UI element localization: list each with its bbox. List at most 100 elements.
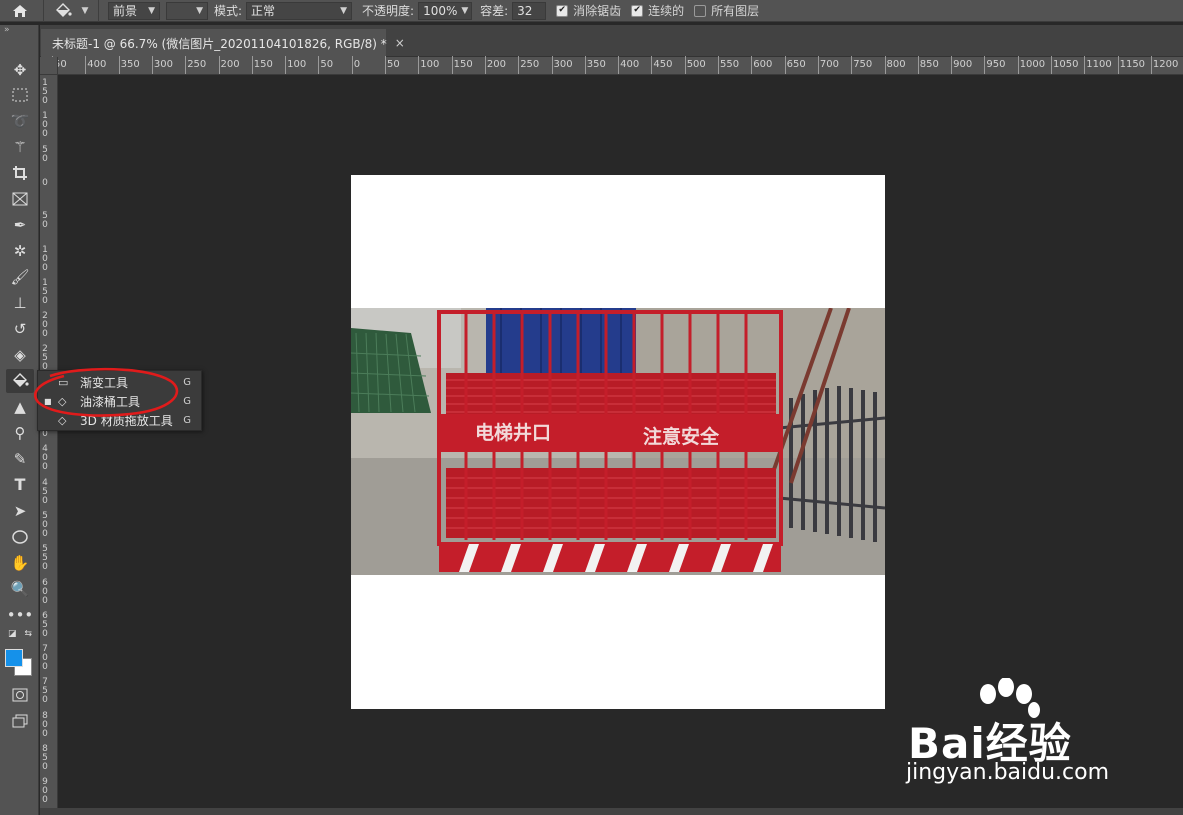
swap-colors-icon[interactable]: ⇆ [24,629,32,639]
ruler-tick [385,56,386,74]
ruler-label: 250 [187,59,207,70]
ruler-label: 950 [986,59,1006,70]
ruler-tick [951,56,953,74]
ruler-label: 100 [42,111,48,140]
document-tab[interactable]: 未标题-1 @ 66.7% (微信图片_20201104101826, RGB/… [41,29,405,57]
more-tools[interactable]: ••• [6,603,34,627]
ruler-label: 50 [42,211,48,231]
anti-alias-checkbox[interactable]: ✔ [556,4,569,17]
chevron-down-icon: ▼ [461,5,469,16]
dodge-icon: ⚲ [14,423,26,442]
pattern-picker[interactable]: ▼ [166,1,208,20]
default-colors-icon[interactable]: ◪ [8,629,17,639]
ruler-tick [718,56,719,74]
ruler-tick [618,56,620,74]
vertical-ruler[interactable]: 1501005005010015020025030035040045050055… [40,75,58,815]
eyedropper-tool[interactable]: ✒ [6,213,34,237]
ruler-tick [784,56,786,74]
ruler-label: 150 [253,59,273,70]
document-canvas[interactable]: 电梯井口 注意安全 [351,175,885,709]
separator [98,0,99,22]
ruler-label: 500 [686,59,706,70]
ruler-label: 1050 [1053,59,1079,70]
fill-source-select[interactable]: 前景 ▼ [108,1,160,20]
chevron-down-icon: ▼ [340,5,348,16]
ruler-label: 450 [653,59,673,70]
opacity-input[interactable]: 100% ▼ [418,1,473,20]
ruler-label: 600 [753,59,773,70]
clone-stamp-tool[interactable]: ⊥ [6,291,34,315]
color-swap-controls[interactable]: ◪ ⇆ [6,627,34,641]
tool-preset-picker[interactable]: ▼ [47,0,95,22]
type-tool[interactable]: T [6,473,34,497]
lasso-tool[interactable]: ➰ [6,109,34,133]
panel-collapse-icon[interactable]: » [0,25,38,39]
frame-tool[interactable] [6,187,34,211]
eyedropper-icon: ✒ [13,215,27,234]
ruler-label: 250 [520,59,540,70]
ruler-tick [1017,56,1019,74]
ruler-tick [285,56,287,74]
ruler-tick [118,56,120,74]
tolerance-input[interactable]: 32 [512,1,547,20]
annotation-circle [34,367,179,417]
ruler-tick [751,56,753,74]
tolerance-value: 32 [517,3,533,18]
ruler-label: 300 [153,59,173,70]
ruler-label: 150 [42,277,48,306]
crop-icon [13,166,27,180]
ruler-origin[interactable] [40,57,58,75]
path-selection-tool[interactable]: ➤ [6,499,34,523]
ruler-label: 50 [42,144,48,164]
ruler-tick [584,56,586,74]
ellipse-tool[interactable] [6,525,34,549]
ruler-tick [451,56,453,74]
all-layers-checkbox[interactable]: ✔ [694,4,707,17]
mode-select[interactable]: 正常 ▼ [246,1,353,20]
move-tool[interactable]: ✥ [6,58,34,82]
tolerance-label: 容差: [480,4,509,18]
opacity-label: 不透明度: [362,4,415,18]
home-button[interactable] [0,0,40,22]
zoom-tool[interactable]: 🔍 [6,577,34,601]
blur-icon: ▲ [14,397,26,416]
marquee-tool[interactable] [6,83,34,107]
mode-label: 模式: [214,4,243,18]
document-tab-title: 未标题-1 @ 66.7% (微信图片_20201104101826, RGB/… [52,36,387,51]
quick-mask-button[interactable] [6,683,34,707]
pen-tool[interactable]: ✎ [6,447,34,471]
brush-tool[interactable]: 🖌 [6,265,34,289]
hand-tool[interactable]: ✋ [6,551,34,575]
contiguous-checkbox[interactable]: ✔ [631,4,644,17]
crop-tool[interactable] [6,161,34,185]
ruler-label: 400 [42,444,48,473]
magic-wand-tool[interactable]: ⚚ [6,135,34,159]
ruler-tick [418,56,420,74]
close-icon[interactable]: × [395,36,405,50]
ruler-tick [917,56,919,74]
history-brush-icon: ↺ [13,319,27,338]
screen-mode-icon [12,714,28,728]
ruler-tick [984,56,986,74]
spot-healing-tool[interactable]: ✲ [6,239,34,263]
chevron-down-icon: ▼ [81,5,89,16]
ruler-label: 600 [42,577,48,606]
ruler-tick [1051,56,1052,74]
brush-icon: 🖌 [10,267,30,286]
foreground-color-swatch[interactable] [5,649,23,667]
lasso-icon: ➰ [10,111,30,130]
screen-mode-button[interactable] [6,709,34,733]
horizontal-ruler[interactable]: 50 400 350 300 250 200 150 100 50 0 50 100 150 200 250… [40,56,1183,75]
dodge-tool[interactable]: ⚲ [6,421,34,445]
chevron-down-icon: ▼ [196,5,203,16]
history-brush-tool[interactable]: ↺ [6,317,34,341]
ruler-label: 900 [953,59,973,70]
ruler-label: 50 [387,59,400,70]
ruler-label: 100 [287,59,307,70]
path-selection-icon: ➤ [13,501,27,520]
move-icon: ✥ [13,60,27,79]
ruler-label: 100 [420,59,440,70]
ellipse-icon [12,530,28,544]
ruler-label: 200 [220,59,240,70]
ruler-tick [817,56,819,74]
